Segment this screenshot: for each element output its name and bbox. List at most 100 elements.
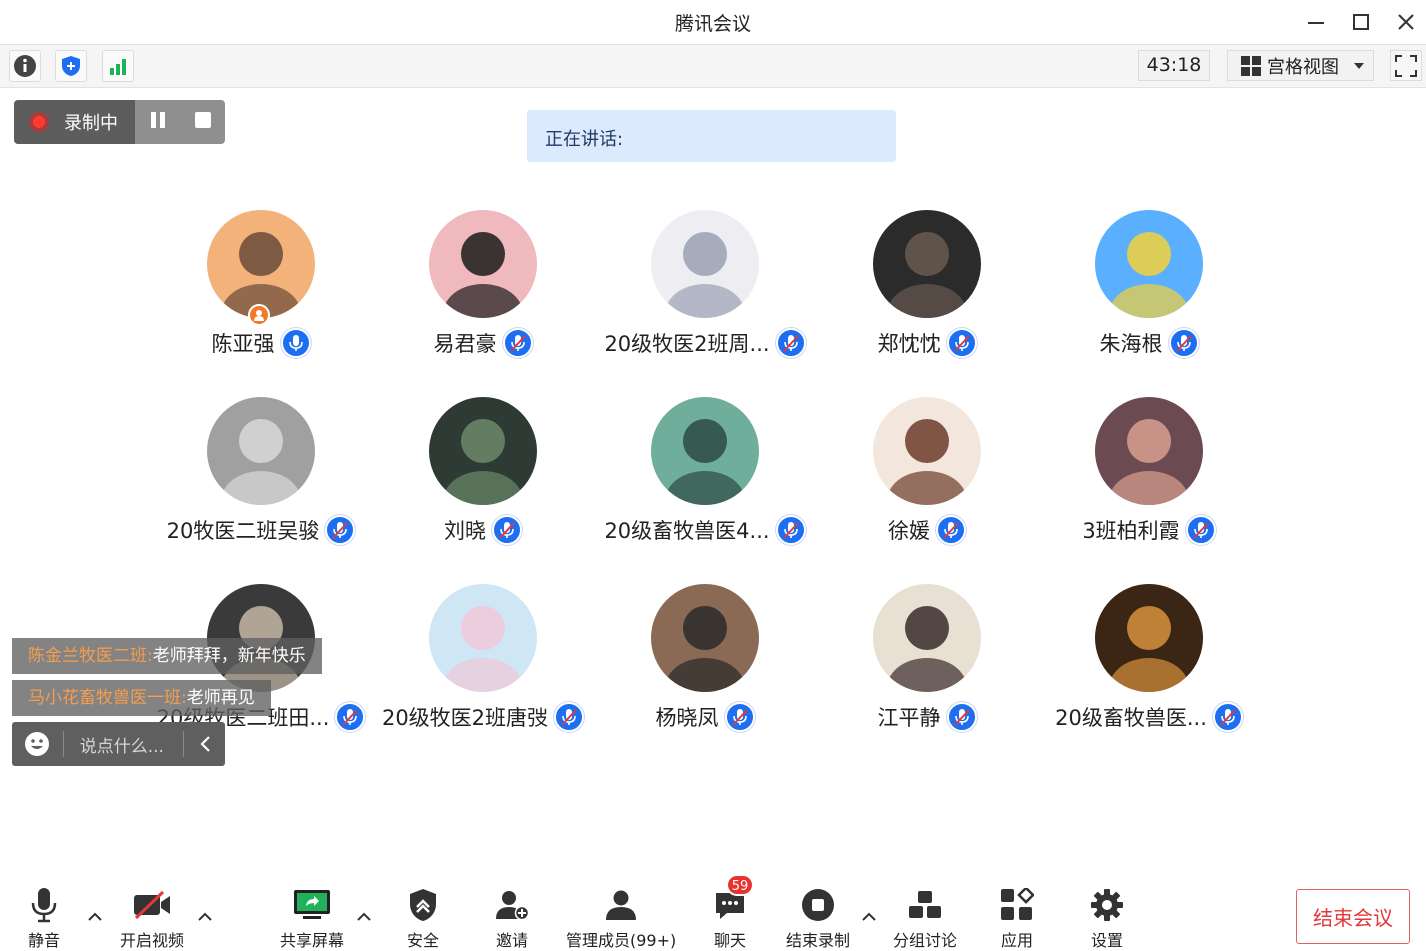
manage-members-label: 管理成员(99+) — [566, 931, 677, 950]
microphone-muted-icon — [335, 702, 366, 732]
pause-icon — [150, 112, 165, 128]
share-options-button[interactable] — [354, 906, 374, 926]
participant-tile[interactable]: 易君豪 — [372, 210, 594, 380]
recording-bar: 录制中 — [14, 100, 225, 144]
microphone-muted-icon — [775, 328, 806, 358]
recording-status: 录制中 — [14, 100, 135, 144]
end-meeting-button[interactable]: 结束会议 — [1296, 889, 1410, 944]
breakout-rooms-label: 分组讨论 — [893, 931, 958, 950]
chat-sender: 马小花畜牧兽医一班: — [28, 688, 187, 708]
view-mode-select[interactable]: 宫格视图 — [1227, 50, 1374, 81]
participant-name-row: 徐媛 — [816, 515, 1038, 545]
mute-button[interactable]: 静音 — [24, 886, 64, 951]
network-status-button[interactable] — [102, 50, 134, 82]
chevron-up-icon — [198, 912, 212, 921]
participant-name-row: 江平静 — [816, 702, 1038, 732]
security-status-button[interactable] — [55, 50, 87, 82]
participant-name-row: 3班柏利霞 — [1038, 515, 1260, 545]
participant-name: 20级畜牧兽医4... — [604, 519, 770, 543]
chat-message: 陈金兰牧医二班:老师拜拜，新年快乐 — [12, 638, 322, 674]
participant-name: 易君豪 — [433, 332, 497, 356]
participant-tile[interactable]: 20级牧医2班唐弢 — [372, 584, 594, 754]
meeting-info-button[interactable] — [9, 50, 41, 82]
participant-name-row: 20级牧医2班唐弢 — [372, 702, 594, 732]
chat-label: 聊天 — [713, 931, 746, 950]
top-toolbar: 43:18 宫格视图 — [0, 44, 1426, 88]
maximize-button[interactable] — [1346, 8, 1376, 36]
speaking-indicator: 正在讲话: — [527, 110, 896, 162]
invite-button[interactable]: 邀请 — [492, 886, 532, 951]
participant-tile[interactable]: 20级牧医2班周... — [594, 210, 816, 380]
stop-recording-bottom-button[interactable]: 结束录制 — [786, 886, 850, 951]
share-screen-button[interactable]: 共享屏幕 — [280, 886, 344, 951]
avatar — [429, 397, 537, 505]
stop-recording-button[interactable] — [193, 110, 213, 134]
settings-button[interactable]: 设置 — [1087, 886, 1127, 951]
microphone-muted-icon — [775, 515, 806, 545]
share-screen-label: 共享屏幕 — [280, 931, 345, 950]
breakout-rooms-button[interactable]: 分组讨论 — [893, 886, 957, 951]
apps-icon — [1001, 888, 1034, 920]
shield-icon — [62, 56, 80, 76]
participant-name: 20级牧医2班周... — [604, 332, 770, 356]
participant-name: 杨晓凤 — [655, 706, 719, 730]
participant-tile[interactable]: 3班柏利霞 — [1038, 397, 1260, 567]
participant-tile[interactable]: 徐媛 — [816, 397, 1038, 567]
host-badge — [248, 304, 270, 326]
manage-members-button[interactable]: 管理成员(99+) — [566, 886, 676, 951]
start-video-button[interactable]: 开启视频 — [120, 886, 184, 951]
avatar — [651, 584, 759, 692]
participant-name-row: 刘晓 — [372, 515, 594, 545]
pause-recording-button[interactable] — [148, 110, 168, 134]
participant-name-row: 朱海根 — [1038, 328, 1260, 358]
participant-tile[interactable]: 刘晓 — [372, 397, 594, 567]
security-label: 安全 — [406, 931, 439, 950]
view-mode-label: 宫格视图 — [1267, 56, 1339, 78]
avatar — [1095, 210, 1203, 318]
chevron-up-icon — [357, 912, 371, 921]
fullscreen-button[interactable] — [1390, 50, 1422, 81]
avatar — [207, 397, 315, 505]
participant-tile[interactable]: 郑忱忱 — [816, 210, 1038, 380]
participant-tile[interactable]: 陈亚强 — [150, 210, 372, 380]
microphone-muted-icon — [946, 702, 977, 732]
participant-tile[interactable]: 江平静 — [816, 584, 1038, 754]
security-button[interactable]: 安全 — [403, 886, 443, 951]
participant-tile[interactable]: 杨晓凤 — [594, 584, 816, 754]
close-icon — [1398, 14, 1414, 30]
mute-label: 静音 — [27, 931, 60, 950]
recording-label: 录制中 — [64, 113, 118, 134]
chat-button[interactable]: 59 聊天 — [710, 874, 754, 951]
participant-tile[interactable]: 朱海根 — [1038, 210, 1260, 380]
participant-tile[interactable]: 20牧医二班吴骏 — [150, 397, 372, 567]
apps-button[interactable]: 应用 — [997, 886, 1037, 951]
participant-name-row: 20级畜牧兽医... — [1038, 702, 1260, 732]
minimize-button[interactable] — [1301, 8, 1331, 36]
avatar — [651, 210, 759, 318]
chat-input[interactable]: 说点什么... — [80, 732, 183, 757]
participant-name: 陈亚强 — [211, 332, 275, 356]
stop-recording-label: 结束录制 — [786, 931, 851, 950]
info-icon — [14, 55, 36, 77]
emoji-button[interactable] — [12, 731, 64, 757]
collapse-chat-button[interactable] — [183, 731, 225, 757]
bottom-control-bar: 静音 开启视频 共享屏幕 安全 邀请 管理成员(99+) 59 聊天 结束录制 … — [0, 872, 1426, 951]
participant-tile[interactable]: 20级畜牧兽医... — [1038, 584, 1260, 754]
audio-options-button[interactable] — [85, 906, 105, 926]
participant-name-row: 易君豪 — [372, 328, 594, 358]
avatar — [1095, 584, 1203, 692]
close-button[interactable] — [1391, 8, 1421, 36]
record-options-button[interactable] — [859, 906, 879, 926]
microphone-icon — [280, 328, 311, 358]
chevron-up-icon — [862, 912, 876, 921]
start-video-label: 开启视频 — [120, 931, 185, 950]
microphone-muted-icon — [724, 702, 755, 732]
gear-icon — [1091, 889, 1123, 921]
speaking-label: 正在讲话: — [545, 129, 624, 150]
video-options-button[interactable] — [195, 906, 215, 926]
chat-message: 马小花畜牧兽医一班:老师再见 — [12, 680, 271, 716]
members-icon — [606, 890, 637, 920]
participant-name-row: 杨晓凤 — [594, 702, 816, 732]
microphone-muted-icon — [936, 515, 966, 545]
participant-tile[interactable]: 20级畜牧兽医4... — [594, 397, 816, 567]
